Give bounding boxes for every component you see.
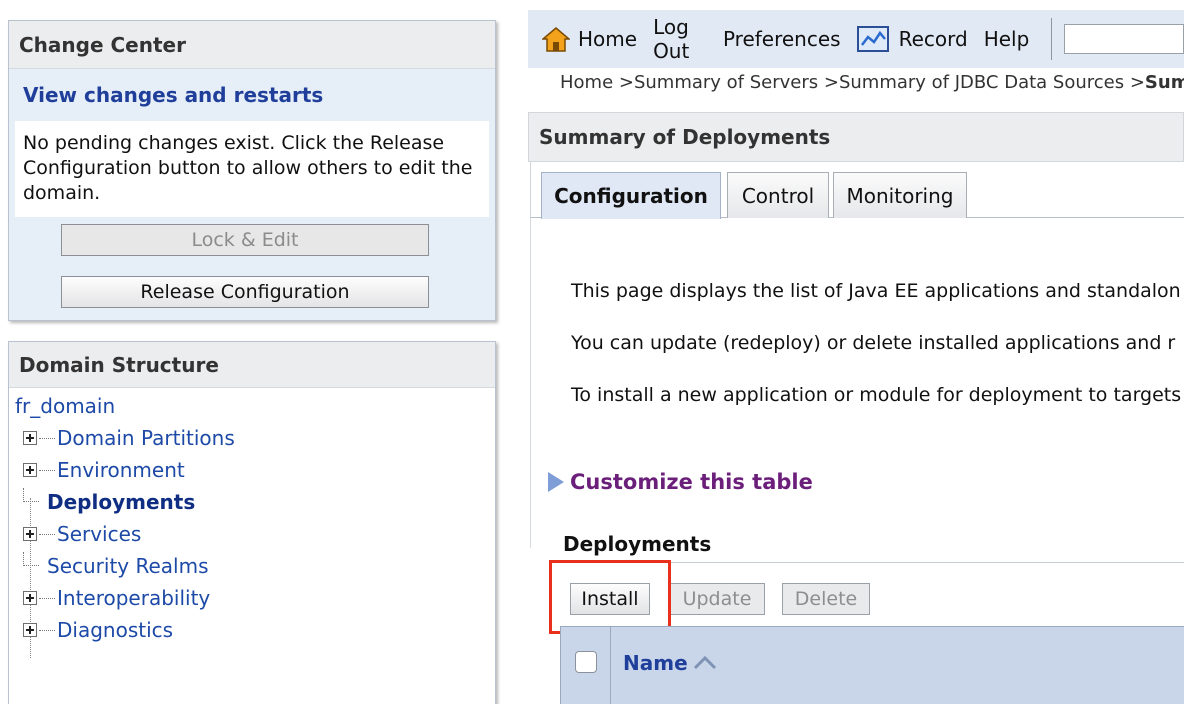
description-line: This page displays the list of Java EE a… [571,280,1181,302]
tree-connector [23,488,39,502]
tree-item-interoperability[interactable]: Interoperability [23,582,210,614]
tree-connector [23,552,39,566]
tree-dash [39,469,55,471]
tree-dash [39,597,55,599]
tree-item-security-realms[interactable]: Security Realms [23,550,209,582]
sort-ascending-icon[interactable] [692,654,718,672]
tree-root-fr-domain[interactable]: fr_domain [15,394,115,418]
expand-icon[interactable] [23,591,37,605]
description-line: To install a new application or module f… [571,384,1182,406]
select-all-checkbox[interactable] [575,651,597,673]
change-center-panel: Change Center View changes and restarts … [8,20,496,321]
domain-structure-panel: Domain Structure fr_domain Domain Partit… [8,341,496,704]
install-highlight-box [549,560,671,634]
view-changes-link[interactable]: View changes and restarts [9,69,495,121]
nav-record-label[interactable]: Record [899,27,968,51]
tree-item-label[interactable]: Deployments [47,490,195,514]
tree-item-environment[interactable]: Environment [23,454,185,486]
tree-item-services[interactable]: Services [23,518,141,550]
tree-dash [39,437,55,439]
customize-table-link[interactable]: Customize this table [548,470,813,494]
breadcrumb: Home >Summary of Servers >Summary of JDB… [560,72,1184,93]
tab-control[interactable]: Control [727,172,829,218]
lock-edit-button[interactable]: Lock & Edit [61,224,429,256]
expand-triangle-icon[interactable] [548,472,564,492]
tree-item-deployments[interactable]: Deployments [23,486,195,518]
release-configuration-button[interactable]: Release Configuration [61,276,429,308]
tab-configuration[interactable]: Configuration [541,172,721,219]
nav-help[interactable]: Help [984,27,1030,51]
nav-separator [1051,18,1052,60]
tree-dash [39,629,55,631]
name-column-header[interactable]: Name [623,651,718,675]
breadcrumb-current: Summ [1144,72,1184,93]
record-icon[interactable] [856,26,889,52]
expand-icon[interactable] [23,463,37,477]
change-center-title: Change Center [9,21,495,69]
delete-button[interactable]: Delete [782,583,870,615]
page-title: Summary of Deployments [528,112,1184,162]
description-area: This page displays the list of Java EE a… [530,218,1184,548]
nav-home[interactable]: Home [542,26,637,52]
tab-bar: Configuration Control Monitoring [530,162,1184,219]
description-line: You can update (redeploy) or delete inst… [571,332,1176,354]
tree-item-label[interactable]: Diagnostics [57,618,173,642]
name-column-label[interactable]: Name [623,651,688,675]
tab-monitoring[interactable]: Monitoring [833,172,967,218]
nav-preferences[interactable]: Preferences [723,27,841,51]
tree-item-label[interactable]: Environment [57,458,185,482]
expand-icon[interactable] [23,431,37,445]
update-button[interactable]: Update [669,583,765,615]
pending-changes-message: No pending changes exist. Click the Rele… [15,121,489,217]
home-icon[interactable] [542,26,570,52]
tree-item-label[interactable]: Security Realms [47,554,209,578]
deployments-table-title: Deployments [563,532,712,556]
nav-home-label[interactable]: Home [578,27,637,51]
select-column-header [561,627,611,704]
tree-item-diagnostics[interactable]: Diagnostics [23,614,173,646]
breadcrumb-path[interactable]: Home >Summary of Servers >Summary of JDB… [560,72,1145,93]
nav-record[interactable]: Record [856,26,968,52]
expand-icon[interactable] [23,623,37,637]
tree-item-domain-partitions[interactable]: Domain Partitions [23,422,235,454]
tree-dash [39,533,55,535]
tree-item-label[interactable]: Services [57,522,141,546]
nav-logout[interactable]: Log Out [653,15,707,63]
top-navigation-bar: Home Log Out Preferences Record Help [528,10,1184,68]
tree-item-label[interactable]: Interoperability [57,586,210,610]
expand-icon[interactable] [23,527,37,541]
domain-structure-title: Domain Structure [9,342,495,388]
tree-item-label[interactable]: Domain Partitions [57,426,235,450]
search-input[interactable] [1064,24,1184,54]
table-header-row: Name [560,626,1184,704]
customize-table-label[interactable]: Customize this table [570,470,813,494]
